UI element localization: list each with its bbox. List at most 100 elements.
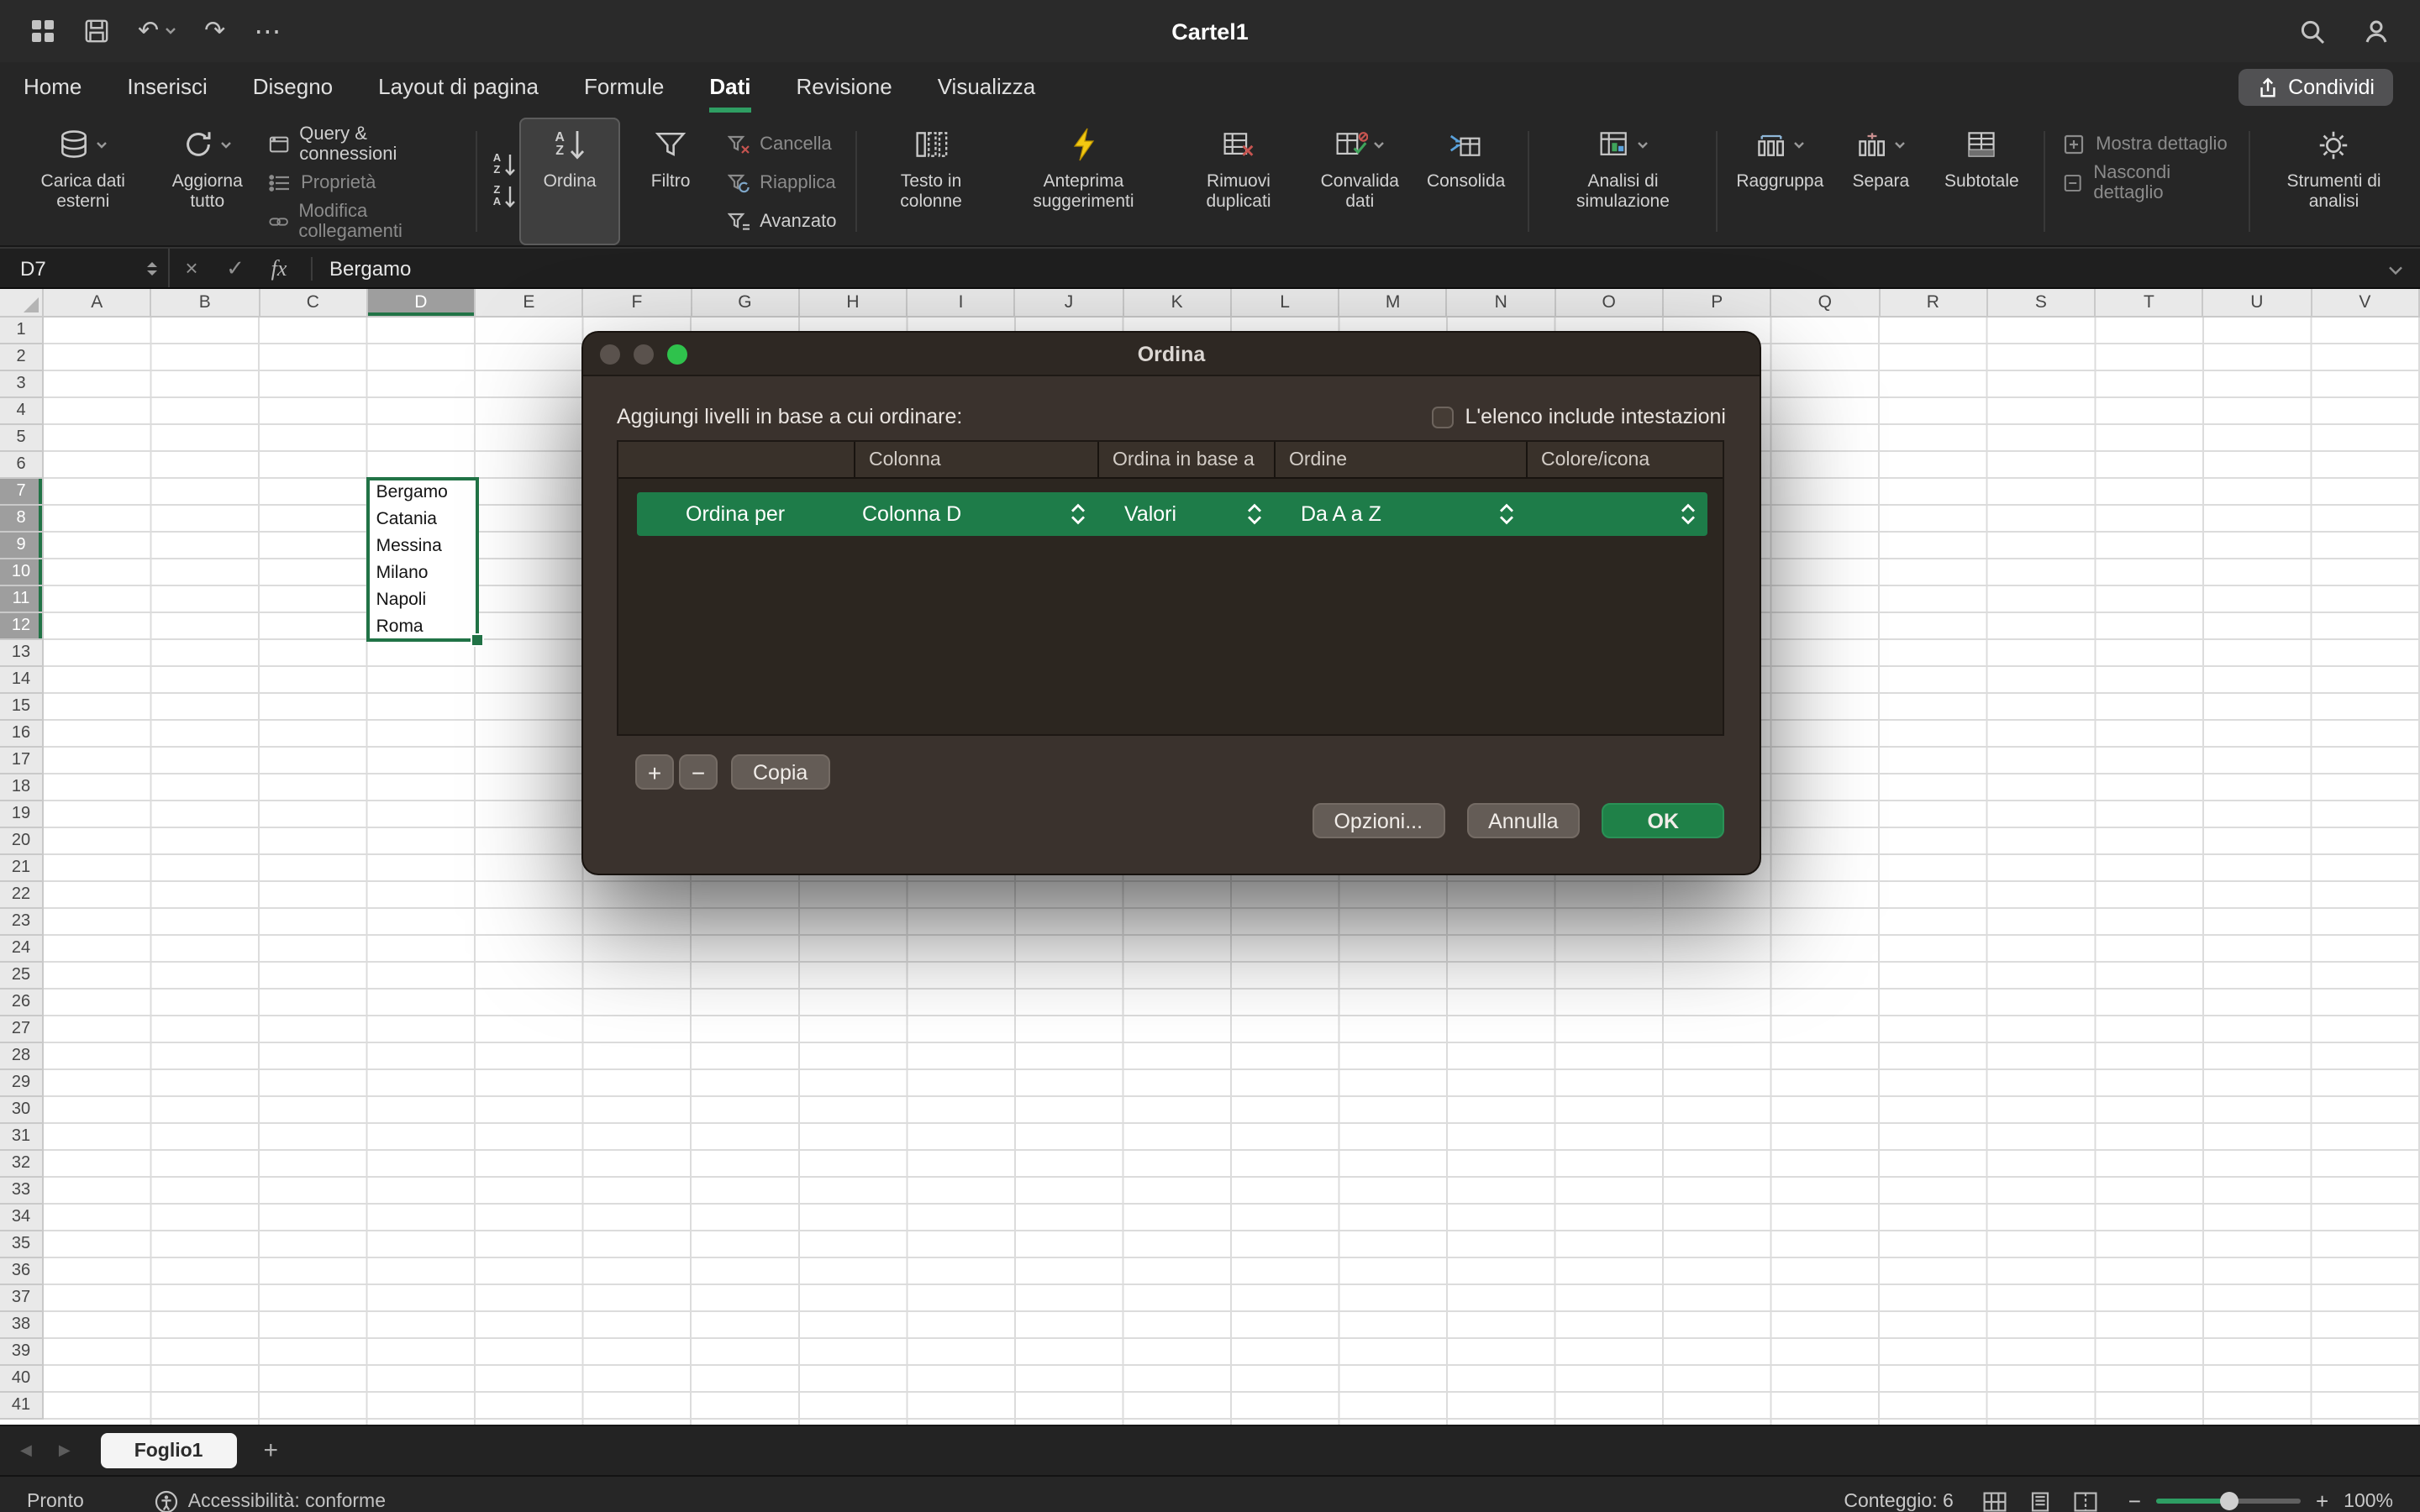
column-header-M[interactable]: M — [1339, 289, 1448, 318]
row-header-33[interactable]: 33 — [0, 1178, 44, 1205]
row-header-6[interactable]: 6 — [0, 452, 44, 479]
tab-visualizza[interactable]: Visualizza — [938, 62, 1036, 113]
select-all-corner[interactable] — [0, 289, 44, 318]
formula-input[interactable]: Bergamo — [323, 256, 2388, 280]
row-header-3[interactable]: 3 — [0, 371, 44, 398]
ribbon-clear[interactable]: Cancella — [721, 126, 843, 161]
collapse-formula-bar-icon[interactable] — [2388, 256, 2420, 280]
ribbon-edit-links[interactable]: Modifica collegamenti — [262, 203, 465, 239]
row-header-12[interactable]: 12 — [0, 613, 44, 640]
row-header-22[interactable]: 22 — [0, 882, 44, 909]
accessibility-status[interactable]: Accessibilità: conforme — [155, 1489, 386, 1512]
name-box-stepper-icon[interactable] — [146, 260, 158, 276]
row-header-24[interactable]: 24 — [0, 936, 44, 963]
ribbon-data-validation[interactable]: Convalida dati — [1304, 118, 1416, 245]
column-header-G[interactable]: G — [692, 289, 800, 318]
sort-on-dropdown[interactable]: Valori — [1097, 492, 1274, 536]
copy-level-button[interactable]: Copia — [731, 754, 829, 790]
row-header-35[interactable]: 35 — [0, 1231, 44, 1258]
profile-icon[interactable] — [2363, 18, 2390, 45]
zoom-window-icon[interactable] — [667, 344, 687, 364]
row-header-23[interactable]: 23 — [0, 909, 44, 936]
row-header-18[interactable]: 18 — [0, 774, 44, 801]
tab-formule[interactable]: Formule — [584, 62, 664, 113]
tab-revisione[interactable]: Revisione — [797, 62, 892, 113]
row-header-41[interactable]: 41 — [0, 1393, 44, 1420]
sort-descending-button[interactable]: ZA — [493, 185, 516, 210]
column-header-L[interactable]: L — [1232, 289, 1340, 318]
row-header-37[interactable]: 37 — [0, 1285, 44, 1312]
row-header-9[interactable]: 9 — [0, 533, 44, 559]
row-header-10[interactable]: 10 — [0, 559, 44, 586]
row-header-31[interactable]: 31 — [0, 1124, 44, 1151]
remove-level-button[interactable]: − — [679, 754, 718, 790]
row-header-39[interactable]: 39 — [0, 1339, 44, 1366]
add-sheet-button[interactable]: + — [263, 1436, 278, 1465]
share-button[interactable]: Condividi — [2238, 69, 2393, 106]
row-header-38[interactable]: 38 — [0, 1312, 44, 1339]
row-header-34[interactable]: 34 — [0, 1205, 44, 1231]
ribbon-show-detail[interactable]: Mostra dettaglio — [2057, 126, 2236, 161]
row-header-1[interactable]: 1 — [0, 318, 44, 344]
zoom-slider[interactable] — [2156, 1492, 2301, 1510]
search-icon[interactable] — [2299, 18, 2326, 45]
confirm-entry-icon[interactable]: ✓ — [213, 255, 257, 281]
sort-level-row[interactable]: Ordina per Colonna D Valori Da A a Z — [637, 492, 1707, 536]
ribbon-get-external-data[interactable]: Carica dati esterni — [13, 118, 152, 245]
next-sheet-icon[interactable]: ▶ — [59, 1441, 71, 1460]
row-header-20[interactable]: 20 — [0, 828, 44, 855]
ribbon-what-if-analysis[interactable]: Analisi di simulazione — [1541, 118, 1704, 245]
row-header-4[interactable]: 4 — [0, 398, 44, 425]
ribbon-subtotal[interactable]: Subtotale — [1931, 118, 2032, 245]
row-header-36[interactable]: 36 — [0, 1258, 44, 1285]
column-header-F[interactable]: F — [584, 289, 692, 318]
column-dropdown[interactable]: Colonna D — [835, 492, 1097, 536]
page-break-view-icon[interactable] — [2075, 1491, 2098, 1511]
ribbon-reapply[interactable]: Riapplica — [721, 165, 843, 200]
column-header-I[interactable]: I — [908, 289, 1016, 318]
row-header-40[interactable]: 40 — [0, 1366, 44, 1393]
zoom-in-button[interactable]: + — [2316, 1488, 2328, 1512]
column-header-R[interactable]: R — [1880, 289, 1988, 318]
previous-sheet-icon[interactable]: ◀ — [20, 1441, 32, 1460]
tab-disegno[interactable]: Disegno — [253, 62, 333, 113]
name-box[interactable]: D7 — [0, 249, 170, 287]
app-grid-icon[interactable] — [30, 18, 55, 44]
row-header-15[interactable]: 15 — [0, 694, 44, 721]
row-header-5[interactable]: 5 — [0, 425, 44, 452]
row-header-21[interactable]: 21 — [0, 855, 44, 882]
cancel-entry-icon[interactable]: × — [170, 255, 213, 281]
column-header-H[interactable]: H — [800, 289, 908, 318]
column-header-T[interactable]: T — [2096, 289, 2204, 318]
sheet-tab-foglio1[interactable]: Foglio1 — [101, 1433, 237, 1468]
tab-dati[interactable]: Dati — [709, 62, 750, 113]
ok-button[interactable]: OK — [1602, 803, 1725, 838]
sort-ascending-button[interactable]: AZ — [493, 153, 516, 178]
more-commands-icon[interactable]: ⋯ — [254, 14, 282, 48]
column-header-U[interactable]: U — [2204, 289, 2312, 318]
row-header-29[interactable]: 29 — [0, 1070, 44, 1097]
row-header-28[interactable]: 28 — [0, 1043, 44, 1070]
ribbon-filter-button[interactable]: Filtro — [620, 118, 721, 245]
minimize-window-icon[interactable] — [634, 344, 654, 364]
ribbon-sort-button[interactable]: AZ Ordina — [519, 118, 620, 245]
cancel-button[interactable]: Annulla — [1466, 803, 1580, 838]
add-level-button[interactable]: + — [635, 754, 674, 790]
page-layout-view-icon[interactable] — [2029, 1491, 2053, 1511]
ribbon-hide-detail[interactable]: Nascondi dettaglio — [2057, 165, 2236, 200]
save-icon[interactable] — [84, 18, 109, 44]
column-header-O[interactable]: O — [1555, 289, 1664, 318]
column-header-J[interactable]: J — [1016, 289, 1124, 318]
zoom-slider-knob[interactable] — [2220, 1492, 2238, 1510]
column-header-N[interactable]: N — [1448, 289, 1556, 318]
row-header-32[interactable]: 32 — [0, 1151, 44, 1178]
insert-function-icon[interactable]: fx — [257, 255, 301, 281]
column-header-B[interactable]: B — [152, 289, 260, 318]
row-header-26[interactable]: 26 — [0, 990, 44, 1016]
row-header-13[interactable]: 13 — [0, 640, 44, 667]
row-header-2[interactable]: 2 — [0, 344, 44, 371]
row-header-16[interactable]: 16 — [0, 721, 44, 748]
ribbon-remove-duplicates[interactable]: Rimuovi duplicati — [1173, 118, 1304, 245]
ribbon-refresh-all[interactable]: Aggiorna tutto — [152, 118, 262, 245]
row-header-14[interactable]: 14 — [0, 667, 44, 694]
